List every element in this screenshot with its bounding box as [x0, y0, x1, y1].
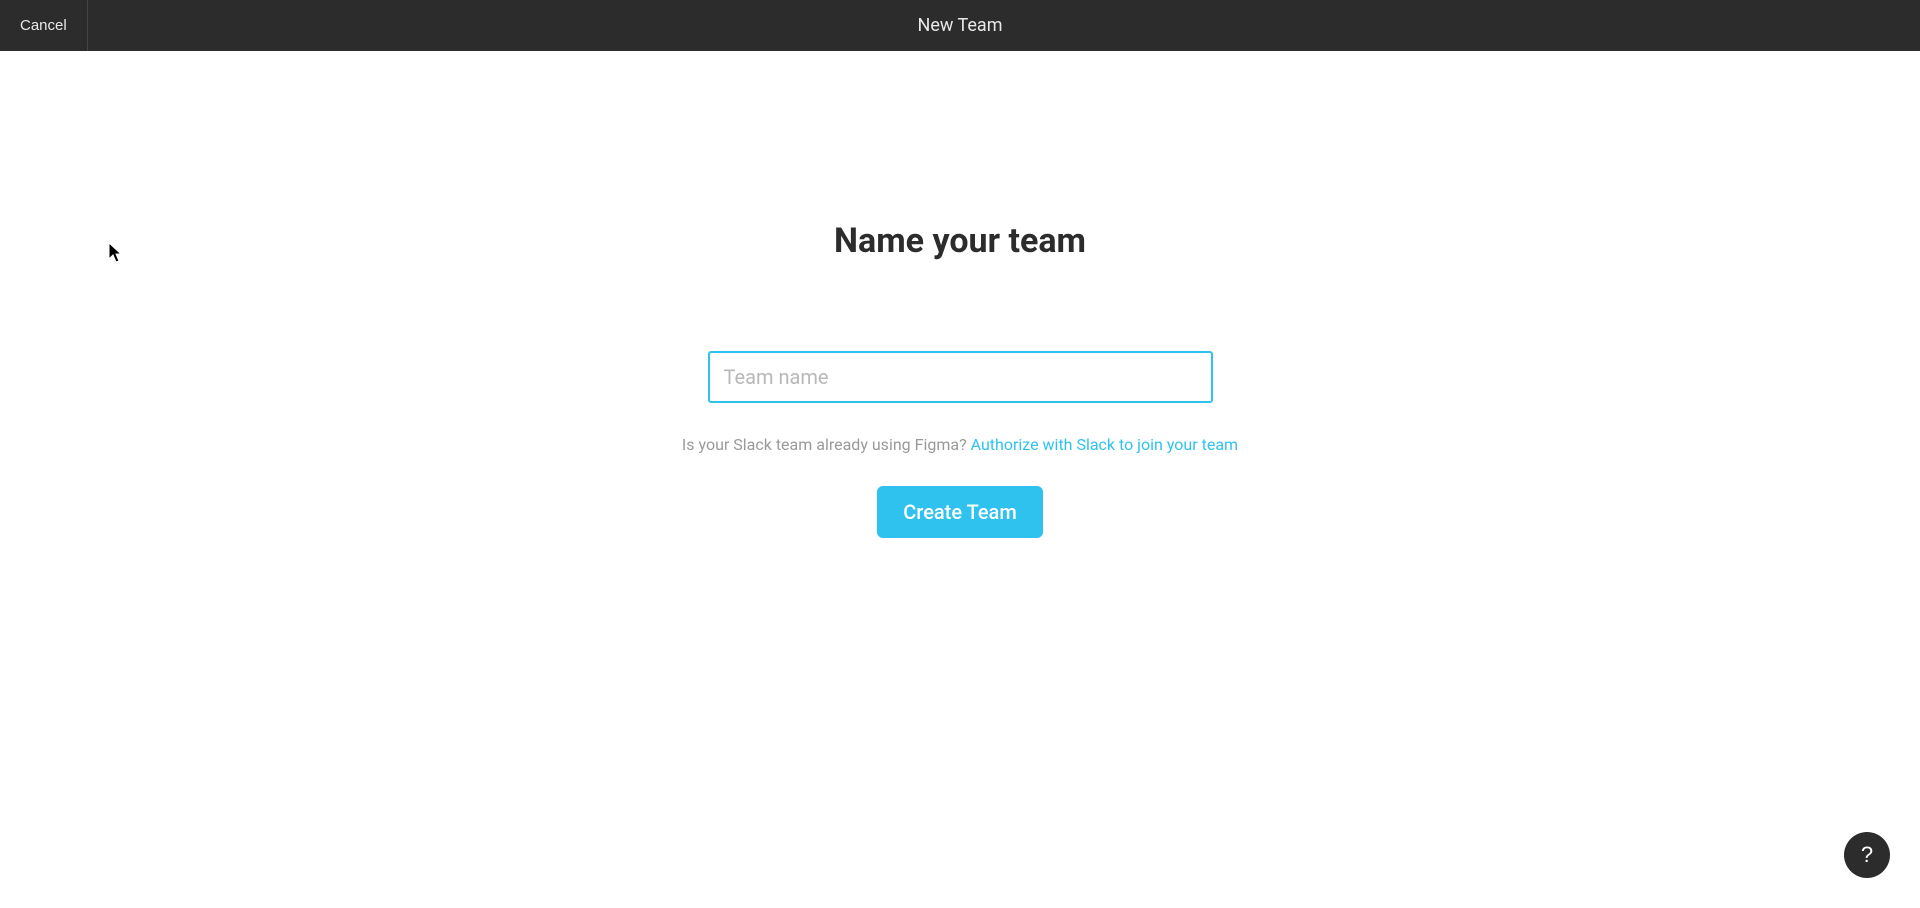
page-heading: Name your team: [834, 221, 1086, 261]
main-content: Name your team Is your Slack team alread…: [0, 51, 1920, 538]
help-icon: ?: [1861, 842, 1873, 868]
topbar-title: New Team: [917, 15, 1002, 36]
topbar: Cancel New Team: [0, 0, 1920, 51]
slack-prompt-line: Is your Slack team already using Figma? …: [682, 435, 1238, 454]
team-name-input[interactable]: [708, 351, 1213, 403]
help-button[interactable]: ?: [1844, 832, 1890, 878]
create-team-button[interactable]: Create Team: [877, 486, 1043, 538]
slack-authorize-link[interactable]: Authorize with Slack to join your team: [971, 435, 1238, 454]
slack-prompt-text: Is your Slack team already using Figma?: [682, 435, 971, 454]
cancel-button[interactable]: Cancel: [0, 0, 88, 51]
